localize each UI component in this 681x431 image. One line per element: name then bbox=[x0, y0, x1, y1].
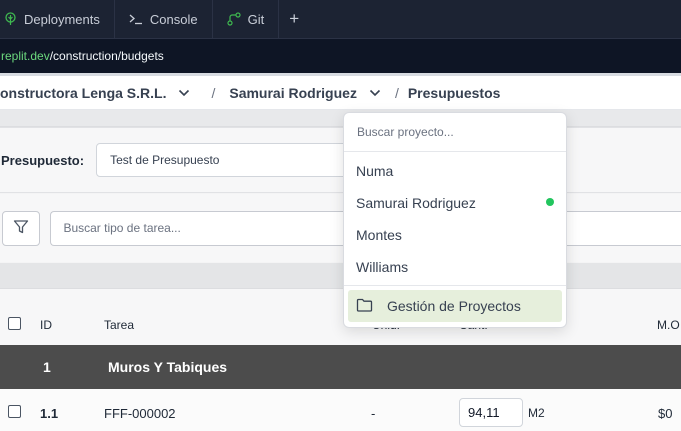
budget-label: Presupuesto: bbox=[1, 152, 85, 168]
row-mo: $0 bbox=[658, 406, 673, 421]
chevron-down-icon[interactable] bbox=[178, 89, 190, 97]
section-divider bbox=[0, 110, 681, 127]
manage-projects-button[interactable]: Gestión de Proyectos bbox=[348, 290, 562, 322]
breadcrumb-separator: / bbox=[394, 84, 399, 101]
project-option-numa[interactable]: Numa bbox=[356, 163, 393, 179]
manage-projects-label: Gestión de Proyectos bbox=[387, 298, 521, 314]
git-icon bbox=[226, 12, 241, 26]
tab-label: Console bbox=[149, 11, 198, 27]
filter-button[interactable] bbox=[2, 210, 41, 246]
breadcrumb-project[interactable]: Samurai Rodriguez bbox=[229, 85, 381, 101]
table-row[interactable]: 1.1 FFF-000002 - 94,11 M2 $0 bbox=[0, 389, 681, 431]
group-id: 1 bbox=[43, 359, 51, 375]
tab-deployments[interactable]: Deployments bbox=[0, 0, 115, 38]
row-unit: - bbox=[371, 406, 376, 421]
breadcrumb-page: Presupuestos bbox=[407, 84, 501, 101]
select-all-checkbox[interactable] bbox=[8, 317, 21, 330]
divider bbox=[344, 151, 566, 152]
plus-icon: + bbox=[289, 9, 300, 28]
tab-bar: Deployments Console Git + bbox=[0, 0, 681, 38]
budget-selector-row: Presupuesto: Test de Presupuesto bbox=[0, 127, 681, 193]
url-path: /construction/budgets bbox=[49, 49, 164, 63]
tab-git[interactable]: Git bbox=[213, 0, 280, 38]
tab-label: Deployments bbox=[24, 11, 100, 27]
project-dropdown: Buscar proyecto... Numa Samurai Rodrigue… bbox=[343, 112, 567, 328]
group-name: Muros Y Tabiques bbox=[108, 359, 228, 375]
row-task-code: FFF-000002 bbox=[104, 406, 176, 421]
column-header-id: ID bbox=[40, 318, 52, 332]
row-qty-unit: M2 bbox=[528, 406, 545, 420]
project-option-samurai-rodriguez[interactable]: Samurai Rodriguez bbox=[356, 195, 476, 211]
row-checkbox[interactable] bbox=[8, 405, 21, 418]
project-option-montes[interactable]: Montes bbox=[356, 227, 402, 243]
row-qty-input[interactable]: 94,11 bbox=[459, 398, 523, 427]
row-qty-value: 94,11 bbox=[468, 405, 500, 420]
divider bbox=[344, 285, 566, 286]
new-tab-button[interactable]: + bbox=[279, 0, 309, 38]
tab-label: Git bbox=[247, 11, 265, 27]
section-divider bbox=[0, 263, 681, 289]
tab-console[interactable]: Console bbox=[115, 0, 213, 38]
task-search-placeholder: Buscar tipo de tarea... bbox=[63, 221, 181, 235]
table-group-row[interactable]: 1 Muros Y Tabiques bbox=[0, 345, 681, 389]
filter-icon bbox=[13, 219, 29, 238]
breadcrumb: onstructora Lenga S.R.L. / Samurai Rodri… bbox=[0, 76, 681, 110]
column-header-task: Tarea bbox=[104, 318, 135, 332]
chevron-down-icon[interactable] bbox=[369, 89, 381, 97]
folder-icon bbox=[356, 298, 387, 315]
table-header: ID Tarea Unid. Cant. M.O bbox=[0, 289, 681, 345]
budget-selected-value: Test de Presupuesto bbox=[110, 153, 220, 167]
breadcrumb-company[interactable]: onstructora Lenga S.R.L. bbox=[0, 85, 190, 101]
active-project-indicator bbox=[546, 198, 554, 206]
row-id: 1.1 bbox=[40, 406, 59, 421]
breadcrumb-separator: / bbox=[211, 84, 216, 101]
filter-row: Buscar tipo de tarea... bbox=[0, 194, 681, 262]
url-host: replit.dev bbox=[1, 49, 50, 63]
console-icon bbox=[129, 13, 143, 25]
deployments-icon bbox=[4, 12, 17, 26]
breadcrumb-project-label: Samurai Rodriguez bbox=[229, 84, 357, 101]
column-header-mo: M.O bbox=[657, 318, 680, 332]
url-bar[interactable]: replit.dev/construction/budgets bbox=[0, 38, 681, 73]
project-option-williams[interactable]: Williams bbox=[356, 259, 408, 275]
budget-select[interactable]: Test de Presupuesto bbox=[96, 143, 349, 177]
project-search-input[interactable]: Buscar proyecto... bbox=[357, 125, 454, 139]
breadcrumb-company-label: onstructora Lenga S.R.L. bbox=[0, 84, 167, 101]
